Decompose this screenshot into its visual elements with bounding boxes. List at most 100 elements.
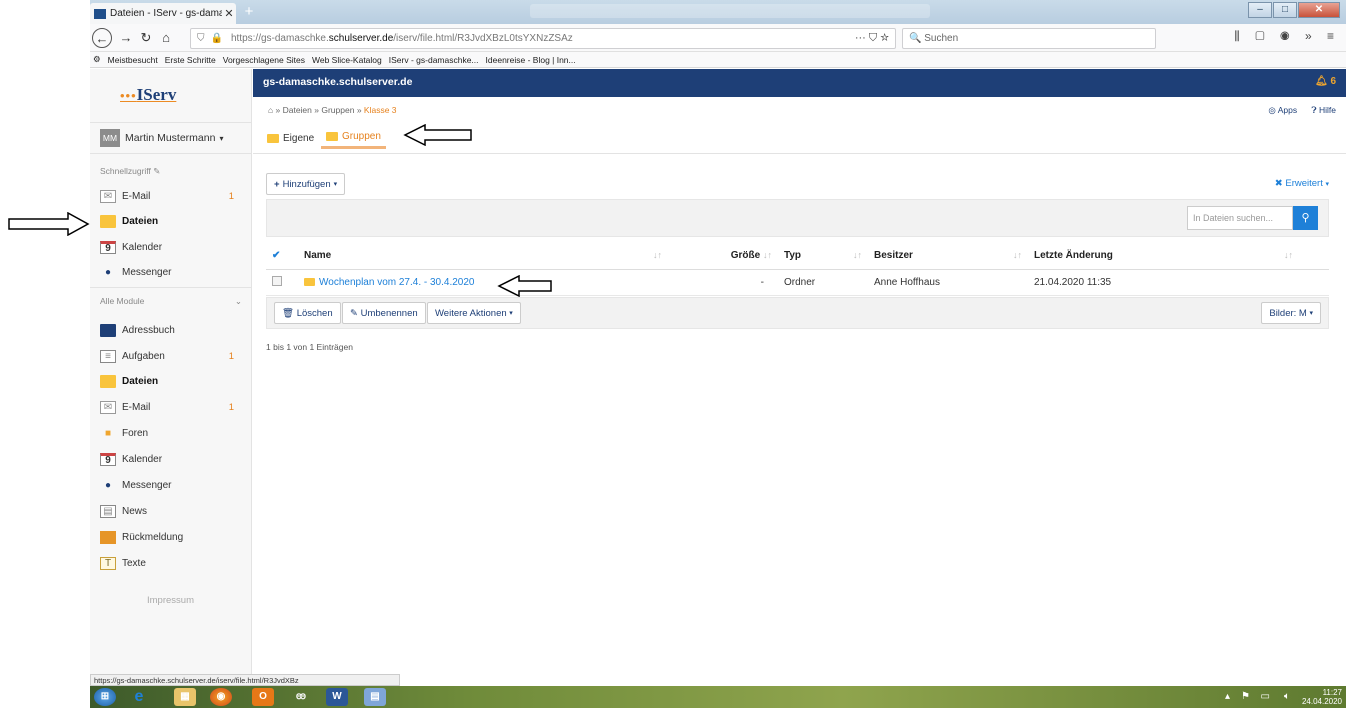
reload-button[interactable]: ↻ — [136, 28, 156, 48]
sidebar-item-email-module[interactable]: ✉ E-Mail 1 — [100, 399, 242, 415]
checkbox[interactable] — [272, 275, 282, 286]
rename-button[interactable]: ✎ Umbenennen — [342, 302, 426, 324]
divider — [253, 153, 1346, 154]
forward-button[interactable]: → — [116, 28, 136, 48]
tray-clock[interactable]: 11:27 24.04.2020 — [1302, 688, 1342, 706]
network-icon[interactable]: ▭ — [1261, 691, 1270, 702]
minimize-button[interactable]: – — [1248, 2, 1272, 18]
column-modified[interactable]: Letzte Änderung ↓↑ — [1028, 243, 1329, 270]
images-view-button[interactable]: Bilder: M ▾ — [1261, 302, 1321, 324]
browser-search-input[interactable]: 🔍 Suchen — [902, 28, 1156, 49]
row-name: Wochenplan vom 27.4. - 30.4.2020 — [298, 269, 668, 296]
page-actions[interactable]: ··· ⛉ ☆ — [855, 32, 889, 45]
home-icon[interactable]: ⌂ — [268, 105, 273, 115]
browser-tab-active[interactable]: Dateien - IServ - gs-damaschke ✕ — [90, 3, 236, 24]
close-tab-icon[interactable]: ✕ — [222, 7, 236, 20]
column-owner[interactable]: Besitzer ↓↑ — [868, 243, 1028, 270]
impressum-link[interactable]: Impressum — [90, 595, 251, 606]
notifications-bell[interactable]: 🔔︎ 6 — [1315, 76, 1336, 87]
bookmark-item[interactable]: IServ - gs-damaschke... — [389, 55, 479, 65]
file-search-input[interactable]: In Dateien suchen... — [1187, 206, 1293, 230]
quick-access-title: Schnellzugriff ✎ — [100, 166, 161, 176]
home-button[interactable]: ⌂ — [156, 28, 176, 48]
main-content: gs-damaschke.schulserver.de 🔔︎ 6 ⌂ » Dat… — [253, 69, 1346, 674]
bookmark-item[interactable]: Ideenreise - Blog | Inn... — [486, 55, 576, 65]
iserv-logo[interactable]: •••IServ — [120, 85, 176, 105]
volume-icon[interactable]: 🔈︎ — [1284, 691, 1290, 702]
sidebar-item-messenger[interactable]: ● Messenger — [100, 264, 242, 280]
firefox-icon[interactable]: ◉ — [210, 688, 232, 706]
advanced-button[interactable]: ✖ Erweitert ▾ — [1275, 178, 1329, 189]
more-actions-button[interactable]: Weitere Aktionen ▾ — [427, 302, 521, 324]
start-button[interactable]: ⊞ — [94, 688, 116, 706]
outlook-icon[interactable]: O — [252, 688, 274, 706]
mail-icon: ✉ — [100, 400, 116, 414]
sidebar-item-calendar[interactable]: 9 Kalender — [100, 239, 242, 255]
files-table: ✔ Name ↓↑ Größe ↓↑ Typ ↓↑ Besitzer ↓↑ Letzt… — [266, 243, 1329, 296]
sidebar-item-texts[interactable]: T Texte — [100, 555, 242, 571]
tray-expand-icon[interactable]: ▴ — [1225, 691, 1230, 702]
table-toolbar: In Dateien suchen... ⚲ — [266, 199, 1329, 237]
column-name[interactable]: Name ↓↑ — [298, 243, 668, 270]
search-button[interactable]: ⚲ — [1293, 206, 1318, 230]
sidebar-item-calendar-module[interactable]: 9 Kalender — [100, 451, 242, 467]
add-button[interactable]: + Hinzufügen ▾ — [266, 173, 346, 195]
window-close-button[interactable]: ✕ — [1298, 2, 1340, 18]
column-type[interactable]: Typ ↓↑ — [778, 243, 868, 270]
sidebar-item-news[interactable]: ▤ News — [100, 503, 242, 519]
apps-link[interactable]: ◎ Apps — [1268, 105, 1297, 115]
all-modules-title[interactable]: Alle Module ⌄ — [100, 296, 242, 307]
help-icon: ❓︎ — [1311, 105, 1317, 115]
sidebar-item-addressbook[interactable]: Adressbuch — [100, 322, 242, 338]
browser-toolbar-icons[interactable]: ⫼ ▢ ◉ » ≡ — [1234, 29, 1340, 44]
taskbar: ⊞ e ▦ ◉ O ꙭ W ▤ ▴ ⚑ ▭ 🔈︎ 11:27 24.04.202… — [90, 686, 1346, 708]
chat-icon: ● — [104, 266, 112, 278]
tab-own[interactable]: Eigene — [267, 127, 314, 149]
row-owner: Anne Hoffhaus — [868, 269, 1028, 296]
new-tab-button[interactable]: + — [240, 3, 258, 21]
chevron-down-icon: ⌄ — [234, 296, 242, 306]
row-checkbox[interactable] — [266, 269, 298, 296]
bookmark-item[interactable]: Erste Schritte — [165, 55, 216, 65]
word-icon[interactable]: W — [326, 688, 348, 706]
breadcrumb-item[interactable]: Gruppen — [321, 105, 354, 115]
pencil-icon[interactable]: ✎ — [153, 166, 160, 176]
sort-icon: ↓↑ — [1013, 250, 1022, 261]
calendar-icon: 9 — [100, 452, 116, 466]
maximize-button[interactable]: □ — [1273, 2, 1297, 18]
back-button[interactable]: ← — [92, 28, 112, 48]
select-all-checkbox[interactable]: ✔ — [266, 243, 298, 270]
clock-time: 11:27 — [1322, 688, 1342, 697]
sidebar-item-tasks[interactable]: ≡ Aufgaben 1 — [100, 348, 242, 364]
caret-down-icon: ▾ — [219, 133, 224, 143]
search-icon: 🔍 — [909, 33, 922, 44]
row-type: Ordner — [778, 269, 868, 296]
sidebar-item-email[interactable]: ✉ E-Mail 1 — [100, 188, 242, 204]
tab-title: Dateien - IServ - gs-damaschke — [110, 8, 222, 19]
breadcrumb-item[interactable]: Dateien — [283, 105, 312, 115]
folder-link[interactable]: Wochenplan vom 27.4. - 30.4.2020 — [319, 277, 474, 288]
addressbook-icon — [100, 323, 116, 337]
sidebar-item-files[interactable]: Dateien — [100, 213, 242, 229]
column-size[interactable]: Größe ↓↑ — [668, 243, 778, 270]
user-name: Martin Mustermann — [125, 132, 216, 144]
bookmark-item[interactable]: Web Slice-Katalog — [312, 55, 382, 65]
paint-icon[interactable]: ▤ — [364, 688, 386, 706]
sidebar-item-forums[interactable]: ■ Foren — [100, 425, 242, 441]
delete-button[interactable]: 🗑︎ Löschen — [274, 302, 341, 324]
sidebar-item-messenger-module[interactable]: ● Messenger — [100, 477, 242, 493]
ie-icon[interactable]: e — [128, 688, 150, 706]
owl-app-icon[interactable]: ꙭ — [290, 688, 312, 706]
url-bar[interactable]: ⛉ 🔒 https://gs-damaschke.schulserver.de/… — [190, 28, 896, 49]
tab-groups[interactable]: Gruppen — [321, 127, 386, 149]
sidebar-item-files-module[interactable]: Dateien — [100, 373, 242, 389]
help-link[interactable]: ❓︎ Hilfe — [1312, 105, 1337, 115]
bookmark-item[interactable]: Meistbesucht — [108, 55, 158, 65]
user-menu[interactable]: MM Martin Mustermann ▾ — [90, 122, 251, 154]
chat-icon: ● — [104, 479, 112, 491]
sidebar: •••IServ MM Martin Mustermann ▾ Schnellz… — [90, 69, 252, 674]
explorer-icon[interactable]: ▦ — [174, 688, 196, 706]
bookmark-item[interactable]: Vorgeschlagene Sites — [223, 55, 305, 65]
sidebar-item-feedback[interactable]: Rückmeldung — [100, 529, 242, 545]
flag-icon[interactable]: ⚑ — [1241, 691, 1250, 702]
